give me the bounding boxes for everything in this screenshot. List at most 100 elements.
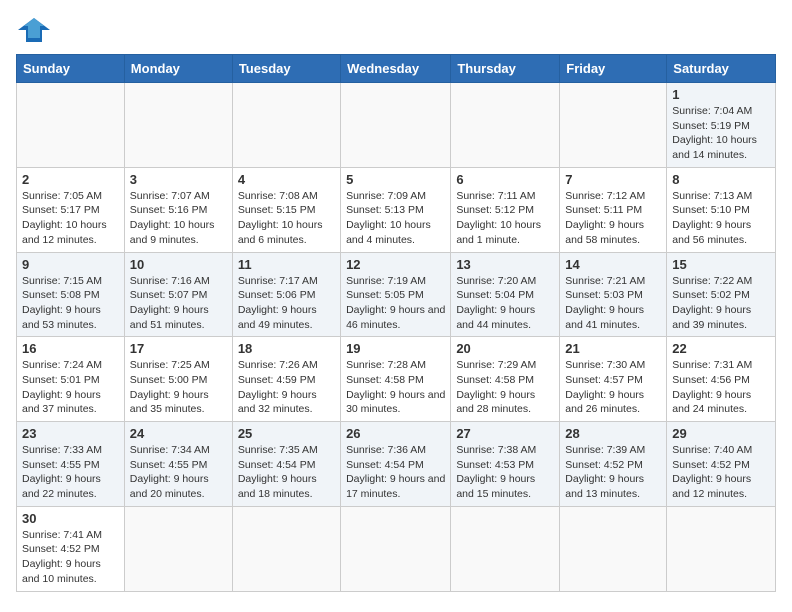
day-info: Sunrise: 7:41 AM Sunset: 4:52 PM Dayligh… [22,528,119,587]
calendar-cell: 15Sunrise: 7:22 AM Sunset: 5:02 PM Dayli… [667,252,776,337]
calendar-cell: 17 Sunrise: 7:25 AM Sunset: 5:00 PM Dayli… [124,337,232,422]
day-number: 3 [130,172,227,187]
calendar-cell: 2Sunrise: 7:05 AM Sunset: 5:17 PM Daylig… [17,167,125,252]
day-number: 28 [565,426,661,441]
day-info: Sunrise: 7:13 AM Sunset: 5:10 PM Dayligh… [672,189,770,248]
calendar-cell: 29 Sunrise: 7:40 AM Sunset: 4:52 PM Dayli… [667,422,776,507]
calendar-cell: 7 Sunrise: 7:12 AM Sunset: 5:11 PM Daylig… [560,167,667,252]
day-number: 27 [456,426,554,441]
calendar-cell [124,506,232,591]
day-info: Sunrise: 7:15 AM Sunset: 5:08 PM Dayligh… [22,274,119,333]
day-number: 23 [22,426,119,441]
calendar-cell: 13 Sunrise: 7:20 AM Sunset: 5:04 PM Dayli… [451,252,560,337]
day-number: 29 [672,426,770,441]
calendar-cell: 14 Sunrise: 7:21 AM Sunset: 5:03 PM Dayli… [560,252,667,337]
calendar-cell: 4 Sunrise: 7:08 AM Sunset: 5:15 PM Daylig… [232,167,340,252]
day-number: 9 [22,257,119,272]
calendar-cell: 23Sunrise: 7:33 AM Sunset: 4:55 PM Dayli… [17,422,125,507]
day-info: Sunrise: 7:16 AM Sunset: 5:07 PM Dayligh… [130,274,227,333]
calendar-cell [17,83,125,168]
logo-icon [16,16,52,44]
calendar-cell: 19Sunrise: 7:28 AM Sunset: 4:58 PM Dayli… [341,337,451,422]
day-number: 7 [565,172,661,187]
calendar-cell: 20Sunrise: 7:29 AM Sunset: 4:58 PM Dayli… [451,337,560,422]
day-info: Sunrise: 7:19 AM Sunset: 5:05 PM Dayligh… [346,274,445,333]
day-number: 26 [346,426,445,441]
calendar-cell: 6 Sunrise: 7:11 AM Sunset: 5:12 PM Daylig… [451,167,560,252]
logo-area [16,16,56,44]
calendar-cell [341,506,451,591]
day-info: Sunrise: 7:25 AM Sunset: 5:00 PM Dayligh… [130,358,227,417]
day-number: 16 [22,341,119,356]
day-info: Sunrise: 7:04 AM Sunset: 5:19 PM Dayligh… [672,104,770,163]
calendar-cell [451,506,560,591]
day-info: Sunrise: 7:35 AM Sunset: 4:54 PM Dayligh… [238,443,335,502]
day-number: 22 [672,341,770,356]
day-number: 1 [672,87,770,102]
day-number: 18 [238,341,335,356]
calendar-cell [667,506,776,591]
column-header-sunday: Sunday [17,55,125,83]
day-info: Sunrise: 7:11 AM Sunset: 5:12 PM Dayligh… [456,189,554,248]
column-header-monday: Monday [124,55,232,83]
day-info: Sunrise: 7:34 AM Sunset: 4:55 PM Dayligh… [130,443,227,502]
calendar-cell: 26 Sunrise: 7:36 AM Sunset: 4:54 PM Dayli… [341,422,451,507]
day-number: 30 [22,511,119,526]
day-number: 15 [672,257,770,272]
calendar-cell: 3 Sunrise: 7:07 AM Sunset: 5:16 PM Daylig… [124,167,232,252]
day-info: Sunrise: 7:17 AM Sunset: 5:06 PM Dayligh… [238,274,335,333]
day-info: Sunrise: 7:09 AM Sunset: 5:13 PM Dayligh… [346,189,445,248]
calendar-week-row: 1 Sunrise: 7:04 AM Sunset: 5:19 PM Daylig… [17,83,776,168]
logo [16,16,56,44]
calendar-cell: 25Sunrise: 7:35 AM Sunset: 4:54 PM Dayli… [232,422,340,507]
calendar-cell: 30 Sunrise: 7:41 AM Sunset: 4:52 PM Dayli… [17,506,125,591]
day-info: Sunrise: 7:20 AM Sunset: 5:04 PM Dayligh… [456,274,554,333]
day-info: Sunrise: 7:21 AM Sunset: 5:03 PM Dayligh… [565,274,661,333]
calendar-cell: 8 Sunrise: 7:13 AM Sunset: 5:10 PM Daylig… [667,167,776,252]
day-info: Sunrise: 7:12 AM Sunset: 5:11 PM Dayligh… [565,189,661,248]
day-number: 14 [565,257,661,272]
day-info: Sunrise: 7:26 AM Sunset: 4:59 PM Dayligh… [238,358,335,417]
calendar-cell: 16 Sunrise: 7:24 AM Sunset: 5:01 PM Dayli… [17,337,125,422]
calendar-cell [560,83,667,168]
calendar-cell: 28Sunrise: 7:39 AM Sunset: 4:52 PM Dayli… [560,422,667,507]
day-number: 11 [238,257,335,272]
day-info: Sunrise: 7:40 AM Sunset: 4:52 PM Dayligh… [672,443,770,502]
calendar-week-row: 23Sunrise: 7:33 AM Sunset: 4:55 PM Dayli… [17,422,776,507]
day-number: 13 [456,257,554,272]
calendar-week-row: 16 Sunrise: 7:24 AM Sunset: 5:01 PM Dayli… [17,337,776,422]
day-info: Sunrise: 7:28 AM Sunset: 4:58 PM Dayligh… [346,358,445,417]
calendar-cell: 11 Sunrise: 7:17 AM Sunset: 5:06 PM Dayli… [232,252,340,337]
calendar-cell [232,506,340,591]
calendar-week-row: 30 Sunrise: 7:41 AM Sunset: 4:52 PM Dayli… [17,506,776,591]
day-info: Sunrise: 7:08 AM Sunset: 5:15 PM Dayligh… [238,189,335,248]
calendar-cell: 12 Sunrise: 7:19 AM Sunset: 5:05 PM Dayli… [341,252,451,337]
calendar-cell [341,83,451,168]
day-number: 6 [456,172,554,187]
calendar-cell [560,506,667,591]
calendar-table: SundayMondayTuesdayWednesdayThursdayFrid… [16,54,776,592]
calendar-week-row: 9 Sunrise: 7:15 AM Sunset: 5:08 PM Daylig… [17,252,776,337]
day-info: Sunrise: 7:38 AM Sunset: 4:53 PM Dayligh… [456,443,554,502]
day-info: Sunrise: 7:07 AM Sunset: 5:16 PM Dayligh… [130,189,227,248]
day-info: Sunrise: 7:24 AM Sunset: 5:01 PM Dayligh… [22,358,119,417]
column-header-tuesday: Tuesday [232,55,340,83]
calendar-cell [232,83,340,168]
day-number: 20 [456,341,554,356]
day-number: 12 [346,257,445,272]
day-number: 17 [130,341,227,356]
calendar-cell: 27 Sunrise: 7:38 AM Sunset: 4:53 PM Dayli… [451,422,560,507]
day-info: Sunrise: 7:05 AM Sunset: 5:17 PM Dayligh… [22,189,119,248]
calendar-cell [124,83,232,168]
calendar-cell: 21Sunrise: 7:30 AM Sunset: 4:57 PM Dayli… [560,337,667,422]
day-number: 8 [672,172,770,187]
day-info: Sunrise: 7:36 AM Sunset: 4:54 PM Dayligh… [346,443,445,502]
calendar-header-row: SundayMondayTuesdayWednesdayThursdayFrid… [17,55,776,83]
calendar-cell: 24 Sunrise: 7:34 AM Sunset: 4:55 PM Dayli… [124,422,232,507]
day-info: Sunrise: 7:31 AM Sunset: 4:56 PM Dayligh… [672,358,770,417]
calendar-cell [451,83,560,168]
day-number: 4 [238,172,335,187]
calendar-cell: 18 Sunrise: 7:26 AM Sunset: 4:59 PM Dayli… [232,337,340,422]
day-number: 24 [130,426,227,441]
column-header-thursday: Thursday [451,55,560,83]
